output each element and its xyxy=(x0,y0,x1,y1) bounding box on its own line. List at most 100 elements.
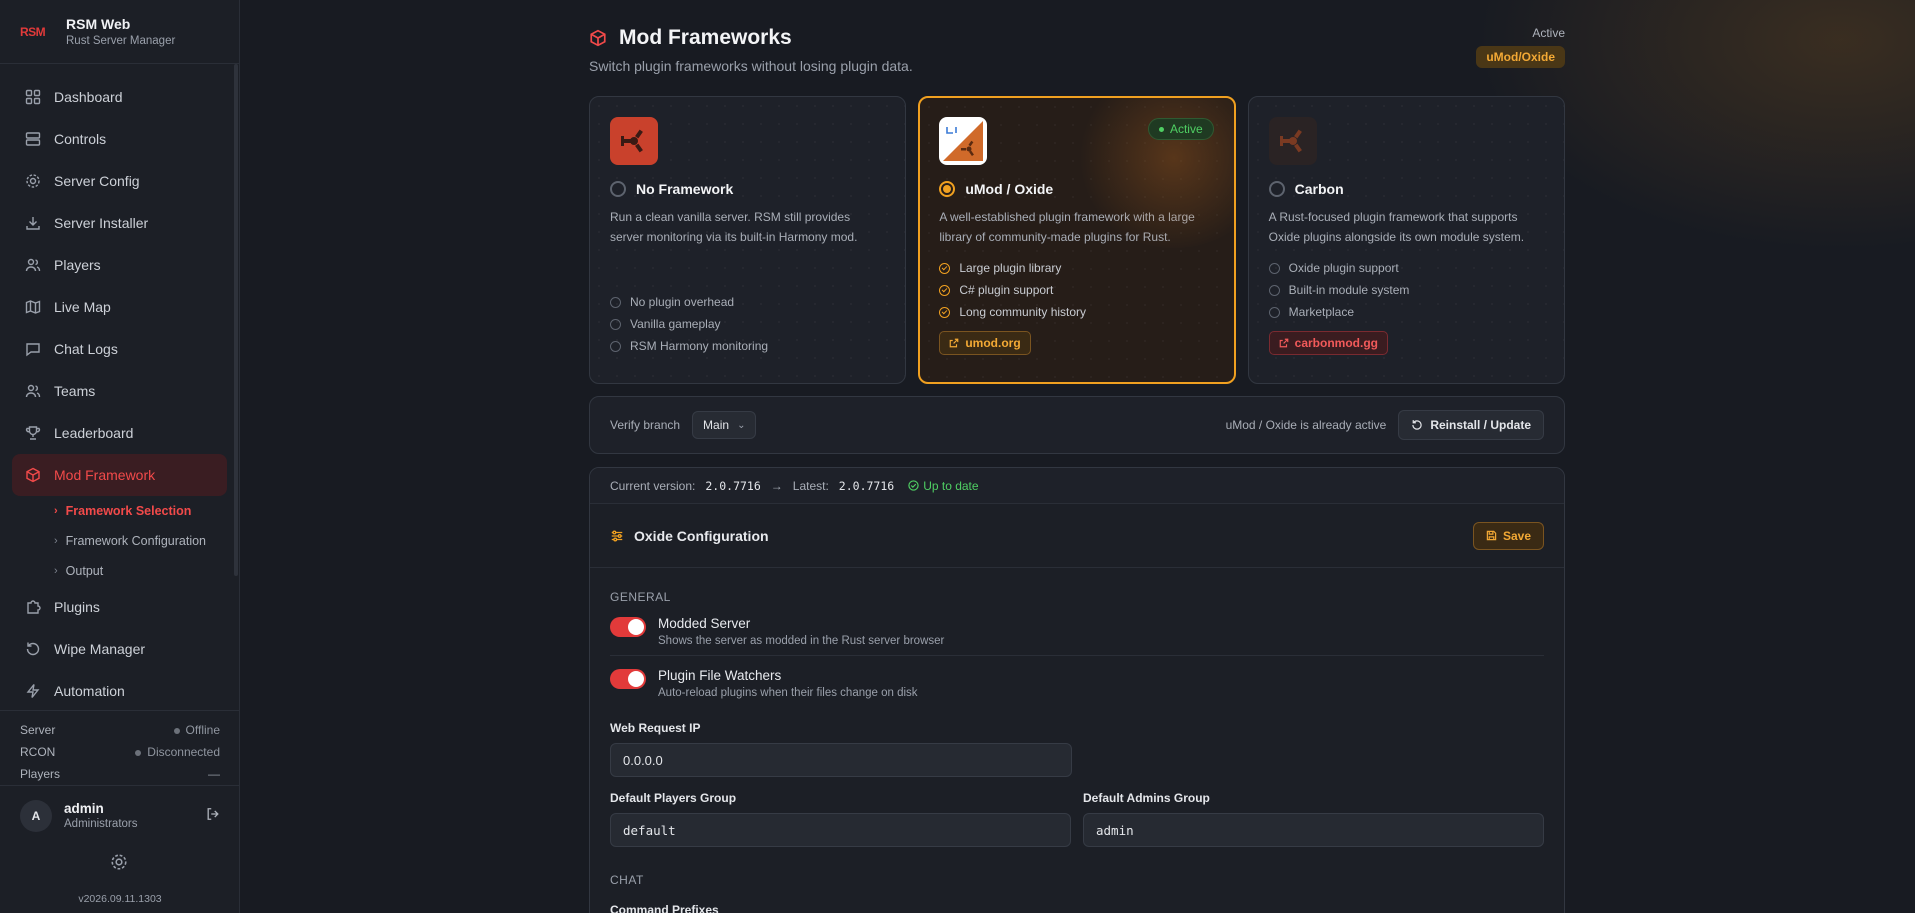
sidebar-item-leaderboard[interactable]: Leaderboard xyxy=(0,412,239,454)
sidebar-item-label: Leaderboard xyxy=(54,425,134,441)
default-players-group-input[interactable]: default xyxy=(610,813,1071,847)
settings-gear-icon[interactable] xyxy=(110,853,128,874)
check-circle-icon xyxy=(939,284,951,296)
page-title-text: Mod Frameworks xyxy=(619,26,792,49)
sidebar-item-plugins[interactable]: Plugins xyxy=(0,586,239,628)
carbon-link[interactable]: carbonmod.gg xyxy=(1268,331,1388,355)
sidebar-item-label: Dashboard xyxy=(54,89,123,105)
server-status-panel: Server Offline RCON Disconnected Players… xyxy=(0,710,240,785)
logout-icon[interactable] xyxy=(206,807,220,824)
sliders-icon xyxy=(610,529,624,543)
feature-item: Vanilla gameplay xyxy=(610,313,885,335)
modded-server-toggle[interactable] xyxy=(610,617,646,637)
framework-card-none[interactable]: No Framework Run a clean vanilla server.… xyxy=(589,96,907,384)
framework-card-umod[interactable]: Active uMod / Oxide A well-established p… xyxy=(918,96,1236,384)
plugin-file-watchers-toggle[interactable] xyxy=(610,669,646,689)
check-circle-icon xyxy=(1268,284,1280,296)
page-subtitle: Switch plugin frameworks without losing … xyxy=(589,58,913,74)
user-name: admin xyxy=(64,801,104,816)
check-circle-icon xyxy=(939,262,951,274)
feature-text: Long community history xyxy=(959,305,1087,319)
sidebar-item-server-installer[interactable]: Server Installer xyxy=(0,202,239,244)
branch-select[interactable]: Main ⌄ xyxy=(692,411,757,439)
save-icon xyxy=(1486,530,1497,541)
check-circle-icon xyxy=(610,318,621,330)
brand-subtitle: Rust Server Manager xyxy=(66,35,176,47)
feature-text: C# plugin support xyxy=(959,283,1054,297)
active-status-chip: Active xyxy=(1147,118,1214,140)
framework-cards: No Framework Run a clean vanilla server.… xyxy=(589,96,1565,384)
current-version-label: Current version: xyxy=(610,478,696,493)
bolt-icon xyxy=(24,682,42,700)
status-value: Offline xyxy=(173,723,220,737)
status-row-players: Players — xyxy=(20,763,220,785)
web-request-ip-input[interactable]: 0.0.0.0 xyxy=(610,743,1072,777)
arrow-icon: → xyxy=(770,478,783,493)
default-players-group-label: Default Players Group xyxy=(610,791,737,805)
framework-card-carbon[interactable]: Carbon A Rust-focused plugin framework t… xyxy=(1247,96,1565,384)
cube-icon xyxy=(589,29,607,47)
config-body: GENERAL Modded Server Shows the server a… xyxy=(590,590,1564,913)
sidebar-item-mod-framework[interactable]: Mod Framework xyxy=(12,454,227,496)
umod-link[interactable]: umod.org xyxy=(939,331,1031,355)
up-to-date-text: Up to date xyxy=(923,478,979,493)
sidebar-item-label: Server Config xyxy=(54,173,140,189)
active-framework-label: Active xyxy=(1532,26,1565,40)
reset-icon xyxy=(24,640,42,658)
feature-item: Marketplace xyxy=(1268,301,1544,323)
sidebar: RSM RSM Web Rust Server Manager Dashboar… xyxy=(0,0,240,913)
map-icon xyxy=(24,298,42,316)
chevron-right-icon: › xyxy=(54,535,58,547)
framework-name: No Framework xyxy=(636,181,734,197)
sidebar-item-dashboard[interactable]: Dashboard xyxy=(0,76,239,118)
users-icon xyxy=(24,256,42,274)
sidebar-item-server-config[interactable]: Server Config xyxy=(0,160,239,202)
chevron-down-icon: ⌄ xyxy=(737,419,746,431)
sidebar-item-wipe-manager[interactable]: Wipe Manager xyxy=(0,628,239,670)
sidebar-item-live-map[interactable]: Live Map xyxy=(0,286,239,328)
rust-logo-icon xyxy=(610,117,658,165)
sidebar-item-label: Server Installer xyxy=(54,215,149,231)
framework-features: Oxide plugin support Built-in module sys… xyxy=(1268,257,1544,323)
sidebar-subitem-output[interactable]: › Output xyxy=(0,556,239,586)
sidebar-subitem-label: Output xyxy=(65,564,104,578)
framework-radio[interactable] xyxy=(939,181,956,197)
user-panel: A admin Administrators xyxy=(0,785,240,845)
sidebar-item-teams[interactable]: Teams xyxy=(0,370,239,412)
save-button[interactable]: Save xyxy=(1472,521,1544,550)
sidebar-item-players[interactable]: Players xyxy=(0,244,239,286)
sidebar-item-label: Live Map xyxy=(54,299,111,315)
framework-radio[interactable] xyxy=(1268,181,1285,197)
button-label: Reinstall / Update xyxy=(1430,418,1531,432)
reinstall-update-button[interactable]: Reinstall / Update xyxy=(1398,410,1544,440)
feature-text: Vanilla gameplay xyxy=(630,317,721,331)
sidebar-item-automation[interactable]: Automation xyxy=(0,670,239,712)
framework-status-text: uMod / Oxide is already active xyxy=(1225,418,1387,432)
branch-bar: Verify branch Main ⌄ uMod / Oxide is alr… xyxy=(589,396,1565,454)
default-admins-group-input[interactable]: admin xyxy=(1083,813,1544,847)
umod-logo-icon xyxy=(939,117,988,165)
framework-radio[interactable] xyxy=(610,181,626,197)
current-version-value: 2.0.7716 xyxy=(705,478,761,493)
framework-description: A well-established plugin framework with… xyxy=(939,210,1195,244)
active-chip-text: Active xyxy=(1169,122,1203,136)
sidebar-subitem-framework-configuration[interactable]: › Framework Configuration xyxy=(0,526,239,556)
toggle-description: Auto-reload plugins when their files cha… xyxy=(658,687,918,699)
toggle-row-modded-server: Modded Server Shows the server as modded… xyxy=(610,604,1544,656)
status-label: RCON xyxy=(20,745,56,759)
server-icon xyxy=(24,130,42,148)
dashboard-icon xyxy=(24,88,42,106)
sidebar-item-controls[interactable]: Controls xyxy=(0,118,239,160)
default-admins-group-label: Default Admins Group xyxy=(1083,791,1210,805)
sidebar-subitem-framework-selection[interactable]: › Framework Selection xyxy=(0,496,239,526)
sidebar-item-chat-logs[interactable]: Chat Logs xyxy=(0,328,239,370)
feature-item: Long community history xyxy=(939,301,1214,323)
avatar[interactable]: A xyxy=(20,799,52,832)
framework-features: No plugin overhead Vanilla gameplay RSM … xyxy=(610,291,885,357)
link-text: carbonmod.gg xyxy=(1294,336,1378,350)
feature-text: Marketplace xyxy=(1288,305,1355,319)
command-prefixes-label: Command Prefixes xyxy=(610,903,719,913)
brand[interactable]: RSM RSM Web Rust Server Manager xyxy=(0,0,239,64)
team-icon xyxy=(24,382,42,400)
sidebar-item-label: Mod Framework xyxy=(54,467,156,483)
